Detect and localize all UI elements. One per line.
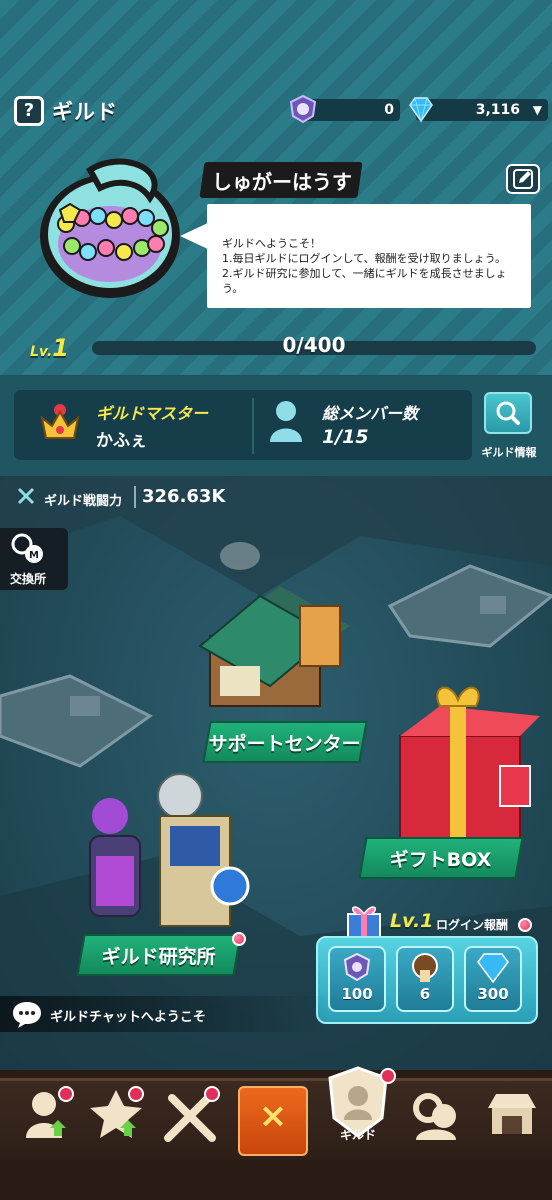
guild-name: しゅがーはうす xyxy=(212,170,352,194)
guild-emblem xyxy=(40,158,180,298)
guild-master-name: かふぇ xyxy=(96,431,147,451)
chat-bubble-icon xyxy=(13,1002,41,1028)
crossed-swords-icon xyxy=(17,487,35,505)
svg-text:M: M xyxy=(29,550,39,561)
edit-button[interactable] xyxy=(506,164,540,194)
crown-icon xyxy=(40,404,80,439)
crystal-gem-icon xyxy=(409,97,433,123)
guild-info-button[interactable] xyxy=(484,392,532,434)
research-lab-building[interactable] xyxy=(89,773,250,927)
nav-cookie-button[interactable] xyxy=(14,1084,78,1148)
reward-amount: 300 xyxy=(477,985,509,1003)
login-reward-title: ログイン報酬 xyxy=(436,918,509,932)
medal-count: 0 xyxy=(384,102,394,118)
nav-shop-button[interactable] xyxy=(480,1084,544,1148)
pencil-icon xyxy=(513,169,533,189)
message-line: ギルドへようこそ！ xyxy=(222,237,321,250)
member-icon xyxy=(270,401,302,442)
power-divider xyxy=(134,486,136,508)
question-icon: ? xyxy=(23,100,35,121)
help-button[interactable]: ? xyxy=(14,96,44,126)
guild-message: ギルドへようこそ！ 1.毎日ギルドにログインして、報酬を受け取りましょう。 2.… xyxy=(222,236,522,296)
guild-power-value: 326.63K xyxy=(142,486,226,507)
message-line: 2.ギルド研究に参加して、一緒にギルドを成長させましょう。 xyxy=(222,267,507,295)
reward-amount: 100 xyxy=(341,985,373,1003)
empty-plot-right[interactable] xyxy=(387,564,552,648)
empty-plot-left[interactable] xyxy=(0,674,153,768)
guild-chat-text: ギルドチャットへようこそ xyxy=(50,1010,206,1025)
support-center-label[interactable]: サポートセンター xyxy=(202,721,368,763)
gem-count: 3,116 xyxy=(475,102,520,118)
message-line: 1.毎日ギルドにログインして、報酬を受け取りましょう。 xyxy=(222,252,506,265)
members-label: 総メンバー数 xyxy=(322,404,419,423)
nav-treasure-button[interactable] xyxy=(84,1084,148,1148)
guild-medal-counter: 0 xyxy=(289,94,400,124)
info-divider xyxy=(252,398,254,454)
notification-badge xyxy=(232,932,246,946)
research-lab-label[interactable]: ギルド研究所 xyxy=(76,934,242,976)
close-icon: × xyxy=(258,1096,288,1136)
exchange-label: 交換所 xyxy=(10,572,47,586)
search-icon xyxy=(496,401,520,425)
chevron-down-icon[interactable]: ▼ xyxy=(533,99,542,121)
guild-info-button-label: ギルド情報 xyxy=(481,446,537,459)
message-bubble-tail xyxy=(180,222,210,250)
members-count: 1/15 xyxy=(322,426,369,448)
login-reward-level: Lv.1 xyxy=(390,910,434,932)
notification-badge xyxy=(518,918,532,932)
nav-guild-label: ギルド xyxy=(339,1128,376,1142)
gift-box-label[interactable]: ギフトBOX xyxy=(358,837,524,879)
gift-box-building[interactable] xyxy=(399,686,540,847)
reward-amount: 6 xyxy=(419,985,431,1003)
guild-xp-text: 0/400 xyxy=(282,333,346,357)
nav-friends-button[interactable] xyxy=(404,1084,468,1148)
nav-battle-button[interactable] xyxy=(158,1084,222,1148)
guild-master-label: ギルドマスター xyxy=(96,404,209,423)
page-title: ギルド xyxy=(52,100,118,124)
guild-power-label: ギルド戦闘力 xyxy=(44,494,123,509)
gem-counter[interactable]: 3,116 ▼ xyxy=(409,97,548,123)
guild-medal-icon xyxy=(289,94,317,124)
exchange-icon: M xyxy=(11,533,43,563)
